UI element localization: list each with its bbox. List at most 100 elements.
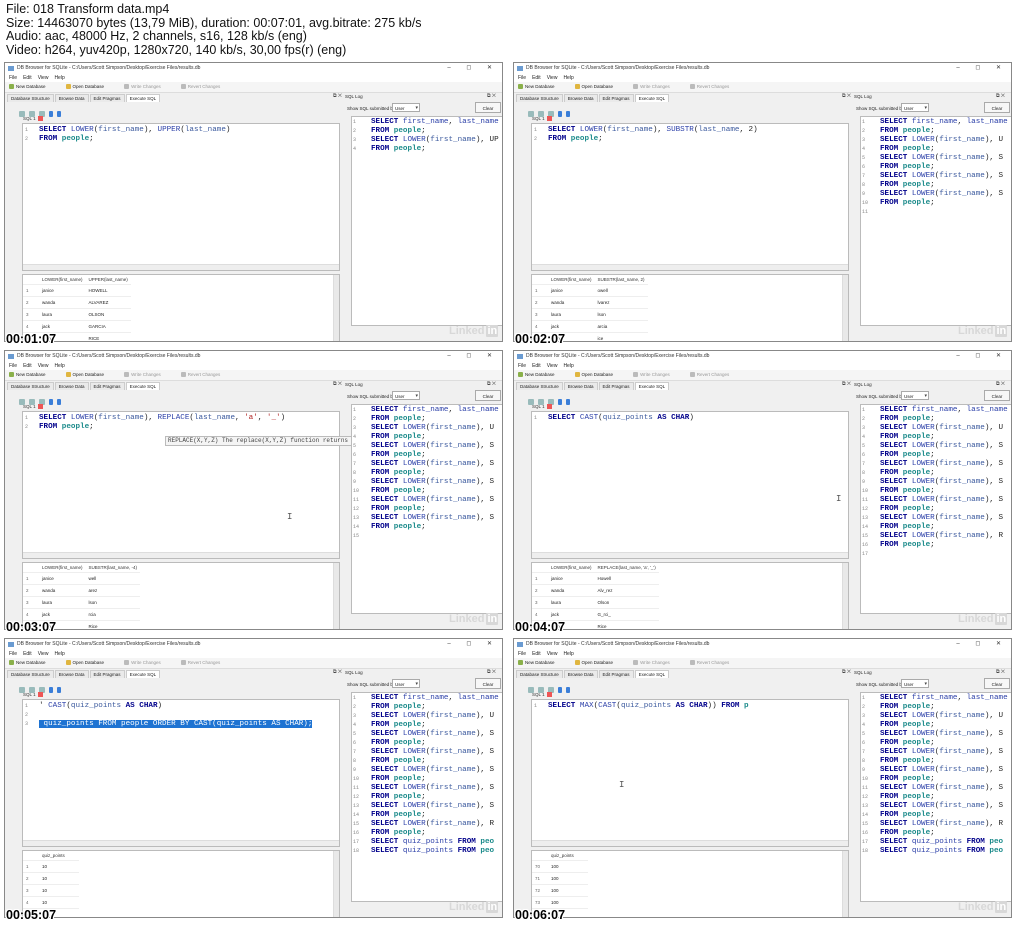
column-header[interactable]: quiz_points [39,851,79,861]
dock-controls[interactable]: ⧉ ✕ [333,381,342,387]
sql-log-panel[interactable]: 1 SELECT first_name, last_name 2 FROM peopl… [351,116,502,326]
table-row[interactable]: 3 10 [23,884,79,897]
sql-log-panel[interactable]: 1 SELECT first_name, last_name 2 FROM peopl… [860,692,1011,902]
tab-browse-data[interactable]: Browse Data [563,670,598,678]
table-row[interactable]: 4 10 [23,896,79,909]
table-row[interactable]: 1 10 [23,860,79,873]
revert-changes-button[interactable]: Revert Changes [180,372,231,378]
execute-icon[interactable] [49,399,53,405]
tab-database-structure[interactable]: Database Structure [516,94,563,102]
tab-edit-pragmas[interactable]: Edit Pragmas [598,94,634,102]
table-row[interactable]: 2 10 [23,872,79,885]
tab-browse-data[interactable]: Browse Data [54,670,89,678]
close-tab-icon[interactable] [546,404,552,410]
menu-item-edit[interactable]: Edit [532,651,541,657]
menu-item-edit[interactable]: Edit [23,363,32,369]
table-row[interactable]: 70 100 [532,860,588,873]
table-row[interactable]: 72 100 [532,884,588,897]
results-vertical-scrollbar[interactable] [333,563,339,629]
close-tab-icon[interactable] [37,692,43,698]
results-vertical-scrollbar[interactable] [842,275,848,341]
window-controls[interactable]: – ◻ ✕ [956,351,1008,362]
results-grid[interactable]: quiz_points110210310410510610 [22,850,340,917]
execute-line-icon[interactable] [566,111,570,117]
menu-item-view[interactable]: View [547,651,558,657]
column-header[interactable]: quiz_points [548,851,588,861]
log-dock-controls[interactable]: ⧉ ✕ [487,93,496,99]
editor-horizontal-scrollbar[interactable] [532,840,848,846]
new-database-button[interactable]: New Database [518,84,565,90]
menu-item-view[interactable]: View [547,75,558,81]
results-vertical-scrollbar[interactable] [333,851,339,917]
results-grid[interactable]: LOWER(first_name) SUBSTR(last_name, 2) 1 ja… [531,274,849,341]
write-changes-button[interactable]: Write Changes [124,372,171,378]
sql-editor[interactable]: 1 SELECT LOWER(first_name), SUBSTR(last_n… [531,123,849,271]
menu-item-view[interactable]: View [547,363,558,369]
revert-changes-button[interactable]: Revert Changes [689,372,740,378]
menu-item-file[interactable]: File [9,75,17,81]
menu-item-help[interactable]: Help [563,75,573,81]
results-grid[interactable]: LOWER(first_name) SUBSTR(last_name, -4) 1 j… [22,562,340,629]
execute-icon[interactable] [49,687,53,693]
sql-editor[interactable]: 1 SELECT LOWER(first_name), REPLACE(last_… [22,411,340,559]
menu-item-view[interactable]: View [38,363,49,369]
sql-log-panel[interactable]: 1 SELECT first_name, last_name 2 FROM peopl… [860,116,1011,326]
log-dock-controls[interactable]: ⧉ ✕ [996,381,1005,387]
revert-changes-button[interactable]: Revert Changes [180,660,231,666]
execute-icon[interactable] [558,111,562,117]
menu-item-help[interactable]: Help [54,75,64,81]
execute-icon[interactable] [558,399,562,405]
dock-controls[interactable]: ⧉ ✕ [333,669,342,675]
table-row[interactable]: 1 janice HOWELL [23,284,131,297]
log-filter-select[interactable]: User [392,103,420,113]
tab-browse-data[interactable]: Browse Data [54,382,89,390]
menu-item-help[interactable]: Help [563,651,573,657]
new-database-button[interactable]: New Database [518,660,565,666]
table-row[interactable]: 3 laura lson [23,596,141,609]
tab-edit-pragmas[interactable]: Edit Pragmas [598,382,634,390]
tab-execute-sql[interactable]: Execute SQL [634,670,670,678]
table-row[interactable]: 2 wanda lvarez [532,296,648,309]
table-row[interactable]: 2 wanda Alv_rez [532,584,659,597]
window-controls[interactable]: – ◻ ✕ [447,351,499,362]
execute-line-icon[interactable] [566,399,570,405]
menu-item-help[interactable]: Help [54,651,64,657]
sql-log-panel[interactable]: 1 SELECT first_name, last_name 2 FROM peopl… [351,404,502,614]
tab-database-structure[interactable]: Database Structure [7,382,54,390]
open-database-button[interactable]: Open Database [574,84,624,90]
table-row[interactable]: 4 jack G_rci_ [532,608,659,621]
table-row[interactable]: 4 jack arcia [532,320,648,333]
window-controls[interactable]: – ◻ ✕ [447,63,499,74]
tab-execute-sql[interactable]: Execute SQL [125,382,161,390]
table-row[interactable]: 3 laura lson [532,308,648,321]
menu-item-view[interactable]: View [38,651,49,657]
sql-editor[interactable]: 1 SELECT CAST(quiz_points AS CHAR) I [531,411,849,559]
menu-item-file[interactable]: File [9,363,17,369]
column-header[interactable]: SUBSTR(last_name, -4) [85,563,141,573]
column-header[interactable]: LOWER(first_name) [39,275,86,285]
menu-item-file[interactable]: File [518,651,526,657]
table-row[interactable]: 4 jack GARCIA [23,320,131,333]
tab-execute-sql[interactable]: Execute SQL [634,94,670,102]
menu-item-edit[interactable]: Edit [532,75,541,81]
clear-log-button[interactable]: Clear [475,678,501,689]
sql-tab[interactable]: SQL 1 [23,116,43,122]
dock-controls[interactable]: ⧉ ✕ [842,381,851,387]
close-tab-icon[interactable] [546,116,552,122]
revert-changes-button[interactable]: Revert Changes [689,84,740,90]
column-header[interactable]: SUBSTR(last_name, 2) [594,275,648,285]
menu-item-file[interactable]: File [518,75,526,81]
table-row[interactable]: 4 jack rcia [23,608,141,621]
write-changes-button[interactable]: Write Changes [124,660,171,666]
results-vertical-scrollbar[interactable] [333,275,339,341]
sql-log-panel[interactable]: 1 SELECT first_name, last_name 2 FROM peopl… [351,692,502,902]
tab-database-structure[interactable]: Database Structure [7,94,54,102]
log-dock-controls[interactable]: ⧉ ✕ [996,669,1005,675]
clear-log-button[interactable]: Clear [984,678,1010,689]
log-filter-select[interactable]: User [901,679,929,689]
tab-execute-sql[interactable]: Execute SQL [125,94,161,102]
table-row[interactable]: 1 janice Howell [532,572,659,585]
menu-item-edit[interactable]: Edit [23,651,32,657]
tab-browse-data[interactable]: Browse Data [563,94,598,102]
table-row[interactable]: 1 janice owell [532,284,648,297]
